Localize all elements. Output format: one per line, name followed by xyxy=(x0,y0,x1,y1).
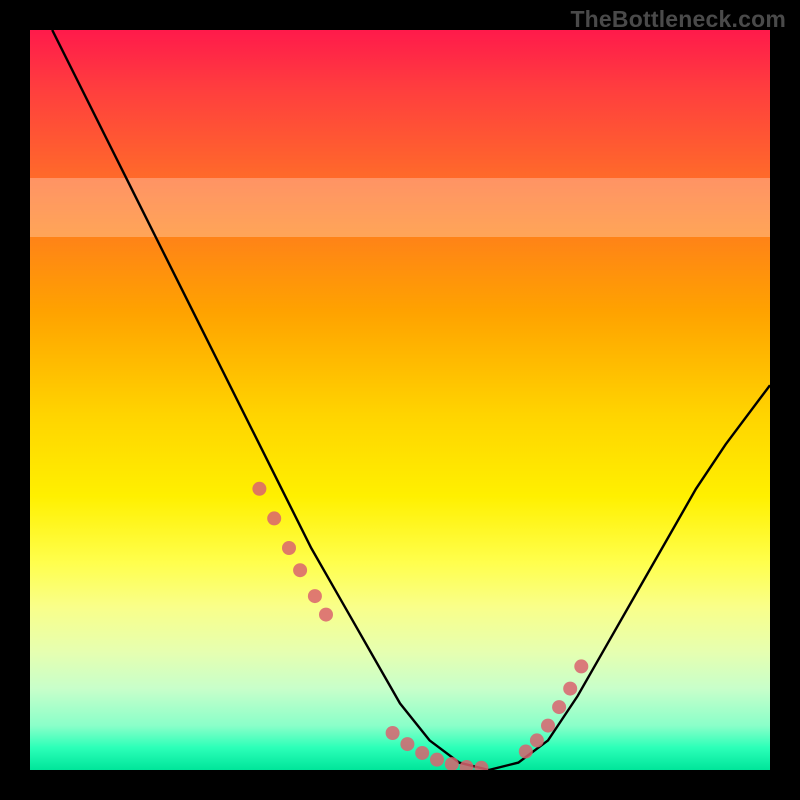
curve-layer xyxy=(30,30,770,770)
marker-dot xyxy=(563,682,577,696)
marker-dot xyxy=(430,753,444,767)
marker-dot xyxy=(474,761,488,770)
marker-dot xyxy=(308,589,322,603)
marker-dot xyxy=(319,608,333,622)
bottleneck-curve xyxy=(52,30,770,770)
chart-frame: TheBottleneck.com xyxy=(0,0,800,800)
marker-dot xyxy=(519,745,533,759)
marker-dot xyxy=(293,563,307,577)
marker-dot xyxy=(282,541,296,555)
marker-dot xyxy=(530,733,544,747)
marker-dot xyxy=(267,511,281,525)
highlight-markers xyxy=(252,482,588,770)
marker-dot xyxy=(574,659,588,673)
marker-dot xyxy=(541,719,555,733)
watermark-text: TheBottleneck.com xyxy=(570,6,786,33)
marker-dot xyxy=(460,760,474,770)
marker-dot xyxy=(445,757,459,770)
marker-dot xyxy=(386,726,400,740)
marker-dot xyxy=(415,746,429,760)
marker-dot xyxy=(252,482,266,496)
marker-dot xyxy=(552,700,566,714)
marker-dot xyxy=(400,737,414,751)
plot-area xyxy=(30,30,770,770)
